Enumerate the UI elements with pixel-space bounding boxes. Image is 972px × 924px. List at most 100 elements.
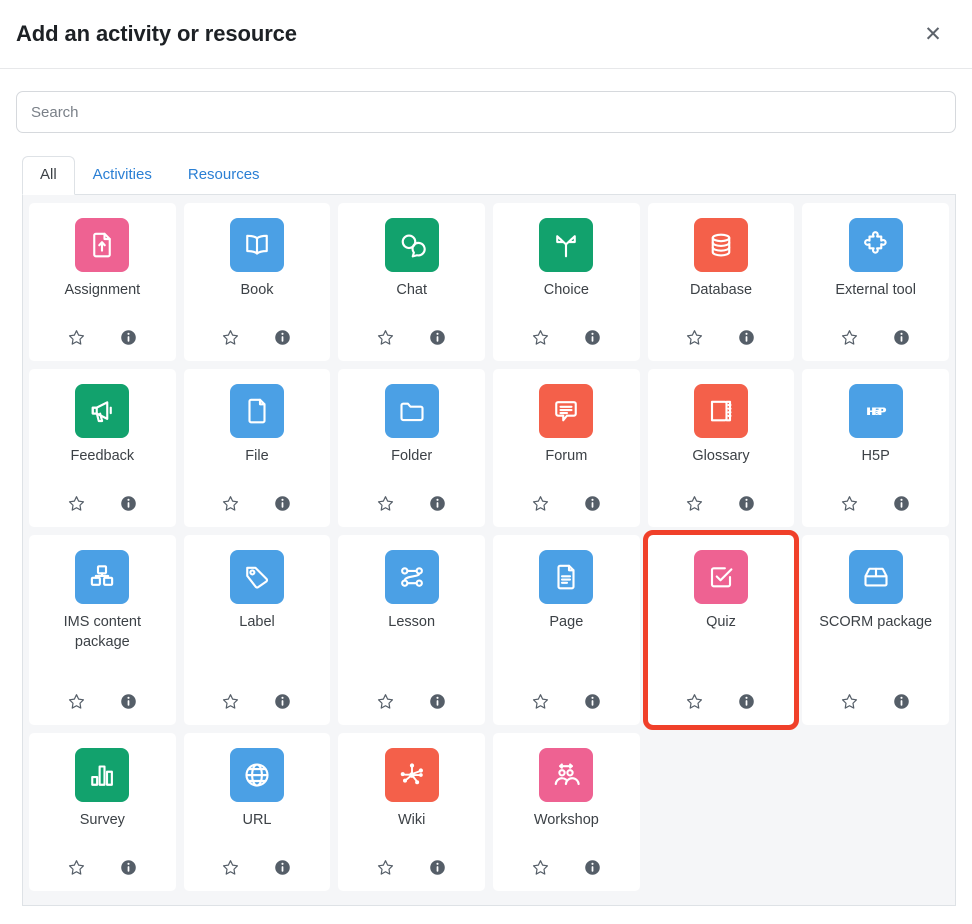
grid-cell: Label [183, 535, 331, 725]
activity-grid: Assignment Book Chat Choice Database External… [29, 203, 949, 891]
tab-all[interactable]: All [22, 156, 75, 195]
star-outline-icon[interactable] [839, 326, 861, 348]
h5p-logo-icon: H-P H5P [848, 384, 903, 438]
star-outline-icon[interactable] [65, 690, 87, 712]
activity-card-book[interactable]: Book [183, 203, 331, 361]
grid-cell: SCORM package [802, 535, 949, 725]
info-icon[interactable] [427, 492, 449, 514]
tab-activities[interactable]: Activities [75, 156, 170, 195]
activity-card-scorm-package[interactable]: SCORM package [802, 535, 949, 725]
activity-card-choice[interactable]: Choice [493, 203, 640, 361]
info-icon[interactable] [891, 690, 913, 712]
activity-card-quiz[interactable]: Quiz [642, 530, 800, 730]
info-icon[interactable] [427, 326, 449, 348]
tab-resources[interactable]: Resources [170, 156, 278, 195]
info-icon[interactable] [581, 690, 603, 712]
scorm-box-icon [848, 550, 903, 604]
activity-card-external-tool[interactable]: External tool [802, 203, 949, 361]
star-outline-icon[interactable] [65, 326, 87, 348]
star-outline-icon[interactable] [529, 326, 551, 348]
card-actions [65, 492, 139, 514]
info-icon[interactable] [272, 492, 294, 514]
activity-card-label: Lesson [388, 614, 436, 630]
star-outline-icon[interactable] [529, 856, 551, 878]
info-icon[interactable] [581, 856, 603, 878]
modal-body: AllActivitiesResources Assignment Book Cha… [0, 69, 972, 906]
grid-cell: Page [493, 535, 640, 725]
star-outline-icon[interactable] [375, 690, 397, 712]
page-doc-icon [539, 550, 594, 604]
grid-cell: Assignment [29, 203, 176, 361]
info-icon[interactable] [427, 856, 449, 878]
star-outline-icon[interactable] [839, 492, 861, 514]
info-icon[interactable] [272, 856, 294, 878]
grid-cell: Wiki [338, 733, 485, 891]
activity-card-assignment[interactable]: Assignment [29, 203, 176, 361]
card-actions [375, 690, 449, 712]
info-icon[interactable] [736, 690, 758, 712]
activity-card-label[interactable]: Label [183, 535, 331, 725]
activity-card-label: Folder [391, 448, 433, 464]
star-outline-icon[interactable] [220, 492, 242, 514]
star-outline-icon[interactable] [65, 856, 87, 878]
star-outline-icon[interactable] [529, 690, 551, 712]
star-outline-icon[interactable] [375, 326, 397, 348]
activity-card-page[interactable]: Page [493, 535, 640, 725]
star-outline-icon[interactable] [220, 856, 242, 878]
star-outline-icon[interactable] [684, 326, 706, 348]
close-icon[interactable]: ✕ [916, 17, 950, 51]
info-icon[interactable] [891, 492, 913, 514]
activity-card-label: Book [240, 282, 274, 298]
info-icon[interactable] [581, 492, 603, 514]
forum-icon [539, 384, 594, 438]
grid-cell: Folder [338, 369, 485, 527]
activity-card-url[interactable]: URL [183, 733, 331, 891]
grid-cell: IMS content package [29, 535, 176, 725]
info-icon[interactable] [117, 326, 139, 348]
card-actions [839, 326, 913, 348]
activity-card-label: Chat [396, 282, 427, 298]
star-outline-icon[interactable] [220, 326, 242, 348]
search-input[interactable] [16, 91, 956, 133]
activity-card-ims-content-package[interactable]: IMS content package [29, 535, 176, 725]
activity-card-label: Glossary [692, 448, 750, 464]
star-outline-icon[interactable] [375, 856, 397, 878]
bar-chart-icon [75, 748, 130, 802]
activity-card-label: Assignment [64, 282, 141, 298]
info-icon[interactable] [736, 492, 758, 514]
info-icon[interactable] [581, 326, 603, 348]
star-outline-icon[interactable] [529, 492, 551, 514]
star-outline-icon[interactable] [220, 690, 242, 712]
activity-card-folder[interactable]: Folder [338, 369, 485, 527]
info-icon[interactable] [117, 492, 139, 514]
activity-card-forum[interactable]: Forum [493, 369, 640, 527]
activity-card-wiki[interactable]: Wiki [338, 733, 485, 891]
activity-card-survey[interactable]: Survey [29, 733, 176, 891]
activity-card-glossary[interactable]: Glossary [647, 369, 795, 527]
activity-card-h5p[interactable]: H-P H5P H5P [802, 369, 949, 527]
card-actions [220, 326, 294, 348]
grid-cell: H-P H5P H5P [802, 369, 949, 527]
star-outline-icon[interactable] [65, 492, 87, 514]
info-icon[interactable] [736, 326, 758, 348]
star-outline-icon[interactable] [684, 492, 706, 514]
activity-card-database[interactable]: Database [647, 203, 795, 361]
activity-card-chat[interactable]: Chat [338, 203, 485, 361]
activity-card-feedback[interactable]: Feedback [29, 369, 176, 527]
star-outline-icon[interactable] [839, 690, 861, 712]
activity-card-file[interactable]: File [183, 369, 331, 527]
grid-cell: Quiz [642, 530, 800, 730]
activity-card-workshop[interactable]: Workshop [493, 733, 640, 891]
info-icon[interactable] [427, 690, 449, 712]
activity-card-label: H5P [861, 448, 890, 464]
info-icon[interactable] [272, 690, 294, 712]
info-icon[interactable] [117, 856, 139, 878]
star-outline-icon[interactable] [684, 690, 706, 712]
info-icon[interactable] [117, 690, 139, 712]
star-outline-icon[interactable] [375, 492, 397, 514]
activity-card-label: Choice [543, 282, 589, 298]
add-activity-modal: Add an activity or resource ✕ AllActivit… [0, 0, 972, 924]
info-icon[interactable] [272, 326, 294, 348]
activity-card-lesson[interactable]: Lesson [338, 535, 485, 725]
info-icon[interactable] [891, 326, 913, 348]
